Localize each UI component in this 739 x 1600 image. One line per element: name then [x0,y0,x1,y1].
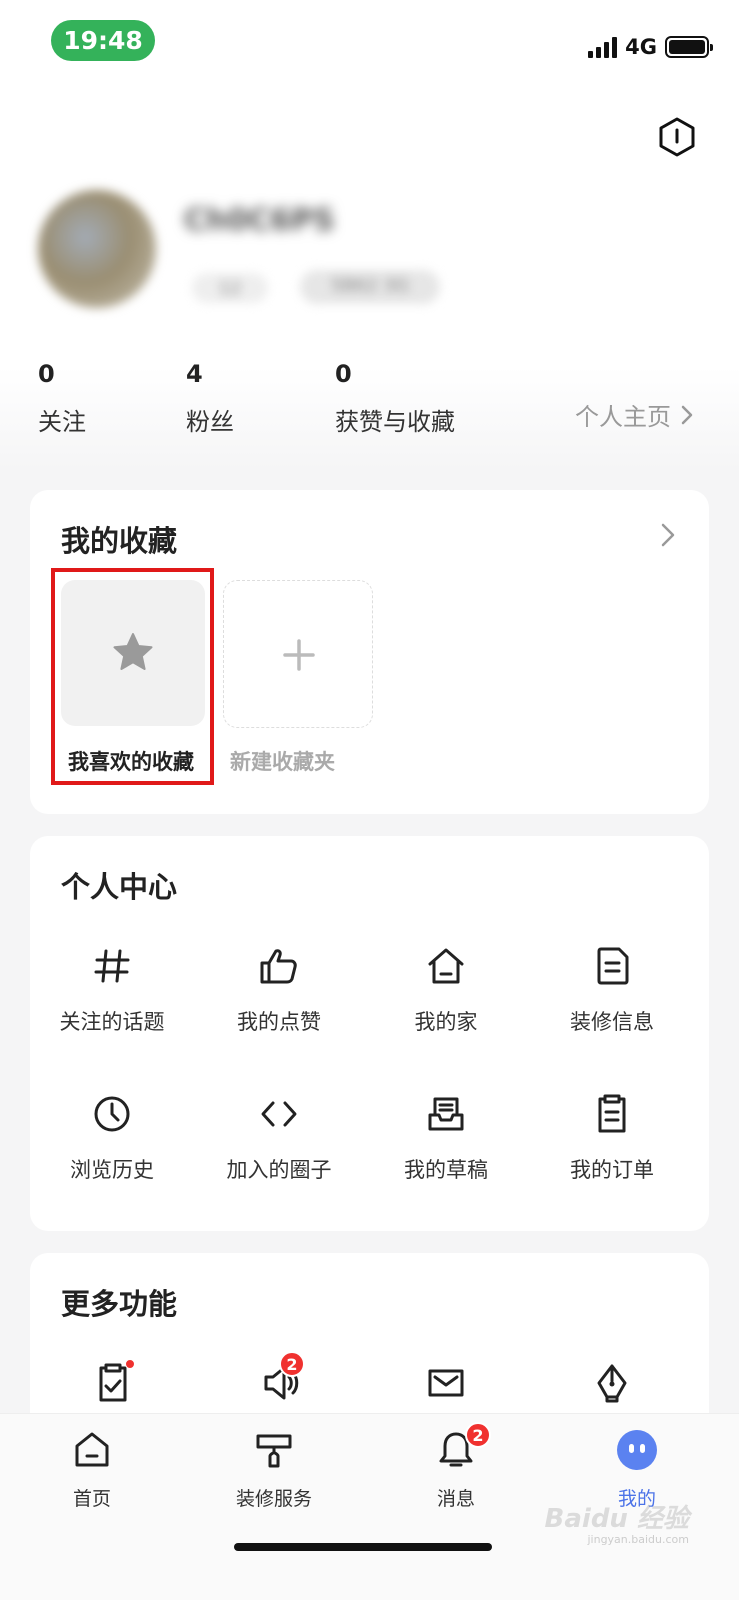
hash-icon [94,949,130,983]
watermark-logo: Baidu 经验 [544,1504,689,1534]
favorites-card: 我的收藏 我喜欢的收藏 新建收藏夹 [30,490,709,814]
more-item-mail[interactable] [416,1353,476,1413]
grid-item-my-home[interactable]: 我的家 [361,944,531,1036]
plus-icon [283,639,315,671]
profile-tag: 5B62 3G [300,270,440,304]
tab-label: 装修服务 [235,1488,312,1510]
stat-value: 0 [38,360,55,388]
me-face-icon [617,1430,657,1470]
grid-item-label: 我的点赞 [237,1010,321,1034]
watermark-url: jingyan.baidu.com [587,1533,689,1546]
tab-label: 首页 [72,1488,111,1510]
notification-badge: 2 [465,1422,491,1448]
profile-home-link[interactable]: 个人主页 [575,397,693,432]
stat-value: 4 [186,360,203,388]
grid-item-label: 浏览历史 [70,1158,154,1182]
home-indicator[interactable] [234,1543,492,1551]
clipboard-icon [598,1094,626,1133]
profile-home-label: 个人主页 [575,403,671,431]
grid-item-renovation-info[interactable]: 装修信息 [527,944,697,1036]
grid-item-orders[interactable]: 我的订单 [527,1092,697,1184]
pen-nib-icon [597,1364,627,1403]
hexagon-settings-icon[interactable] [658,117,696,157]
more-features-title: 更多功能 [61,1287,178,1321]
stat-following[interactable]: 0 关注 [38,360,86,437]
status-icons: 4G [588,32,713,62]
home-icon [75,1432,109,1467]
username: Ch0C6PS [184,203,335,238]
clock-icon [94,1096,130,1132]
avatar[interactable] [38,190,156,308]
mail-icon [428,1369,464,1397]
battery-icon [665,36,713,58]
grid-item-history[interactable]: 浏览历史 [27,1092,197,1184]
thumbs-up-icon [260,949,297,984]
profile-tag: 12 [192,273,268,303]
stat-label: 粉丝 [186,408,234,436]
network-label: 4G [625,35,657,59]
grid-item-drafts[interactable]: 我的草稿 [361,1092,531,1184]
highlight-box [51,568,214,785]
more-item-creator[interactable] [582,1353,642,1413]
code-brackets-icon [261,1101,297,1127]
status-time: 19:48 [51,20,155,61]
notification-badge: 2 [279,1351,305,1377]
grid-item-label: 我的家 [414,1010,478,1034]
draft-box-icon [428,1097,464,1131]
more-item-task[interactable] [83,1353,143,1413]
chevron-right-icon[interactable] [659,522,677,548]
chevron-right-icon [681,405,693,424]
tab-messages[interactable]: 2 消息 [396,1422,516,1511]
stat-likes-and-favorites[interactable]: 0 获赞与收藏 [335,360,455,437]
new-folder-button[interactable] [223,580,373,728]
signal-icon [588,36,618,58]
stat-value: 0 [335,360,352,388]
paint-roller-icon [256,1434,292,1468]
new-folder-label: 新建收藏夹 [230,750,335,774]
grid-item-likes[interactable]: 我的点赞 [194,944,364,1036]
stat-label: 获赞与收藏 [335,408,455,436]
grid-item-label: 装修信息 [570,1010,654,1034]
grid-item-label: 关注的话题 [59,1010,165,1034]
tab-label: 消息 [436,1488,475,1510]
grid-item-topics[interactable]: 关注的话题 [27,944,197,1036]
house-icon [428,948,464,984]
grid-item-label: 加入的圈子 [226,1158,332,1182]
favorites-title: 我的收藏 [61,524,178,558]
personal-center-title: 个人中心 [61,870,178,904]
notification-dot [125,1359,135,1369]
personal-center-card: 个人中心 关注的话题 我的点赞 我的家 装修信息 浏览历史 加入的圈子 我的草稿… [30,836,709,1231]
tab-home[interactable]: 首页 [32,1428,152,1511]
grid-item-label: 我的订单 [570,1158,654,1182]
tab-renovation-service[interactable]: 装修服务 [214,1428,334,1511]
grid-item-label: 我的草稿 [404,1158,488,1182]
document-icon [597,947,629,985]
grid-item-circles[interactable]: 加入的圈子 [194,1092,364,1184]
stat-followers[interactable]: 4 粉丝 [186,360,234,437]
stat-label: 关注 [38,408,86,436]
more-item-announcements[interactable]: 2 [250,1351,310,1413]
